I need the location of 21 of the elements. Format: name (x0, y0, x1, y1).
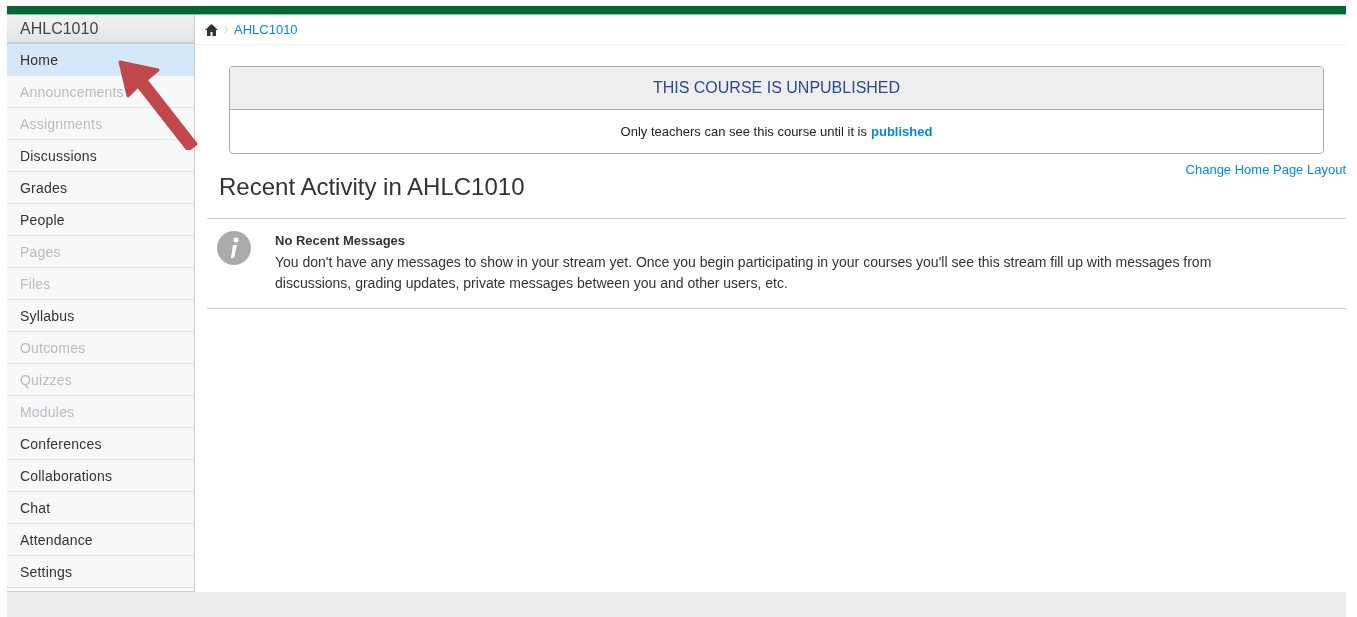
publish-link[interactable]: published (871, 124, 933, 139)
course-title: AHLC1010 (7, 15, 194, 44)
notice-text: Only teachers can see this course until it is published (619, 123, 934, 141)
sidebar-item[interactable]: People (7, 204, 194, 236)
info-icon (217, 231, 251, 265)
sidebar-item[interactable]: Grades (7, 172, 194, 204)
sidebar-item[interactable]: Conferences (7, 428, 194, 460)
sidebar-item[interactable]: Attendance (7, 524, 194, 556)
activity-heading: Recent Activity in AHLC1010 (219, 174, 526, 200)
sidebar-item[interactable]: Syllabus (7, 300, 194, 332)
chevron-icon (224, 25, 228, 34)
notice-title: THIS COURSE IS UNPUBLISHED (230, 67, 1323, 110)
sidebar-item[interactable]: Home (7, 44, 194, 76)
breadcrumb-link[interactable]: AHLC1010 (234, 22, 298, 37)
layout-link[interactable]: Change Home Page Layout (1185, 162, 1346, 177)
sidebar-item[interactable]: Collaborations (7, 460, 194, 492)
home-icon[interactable] (205, 23, 218, 36)
sidebar-item[interactable]: Chat (7, 492, 194, 524)
message-title: No Recent Messages (275, 233, 407, 248)
message-text: You don't have any messages to show in your stream yet. Once you begin participating in your courses you'll see this stream fill up with messages from discussions, grading updates, private messages between you and other users, etc. (275, 253, 1213, 293)
sidebar-item[interactable]: Settings (7, 556, 194, 588)
